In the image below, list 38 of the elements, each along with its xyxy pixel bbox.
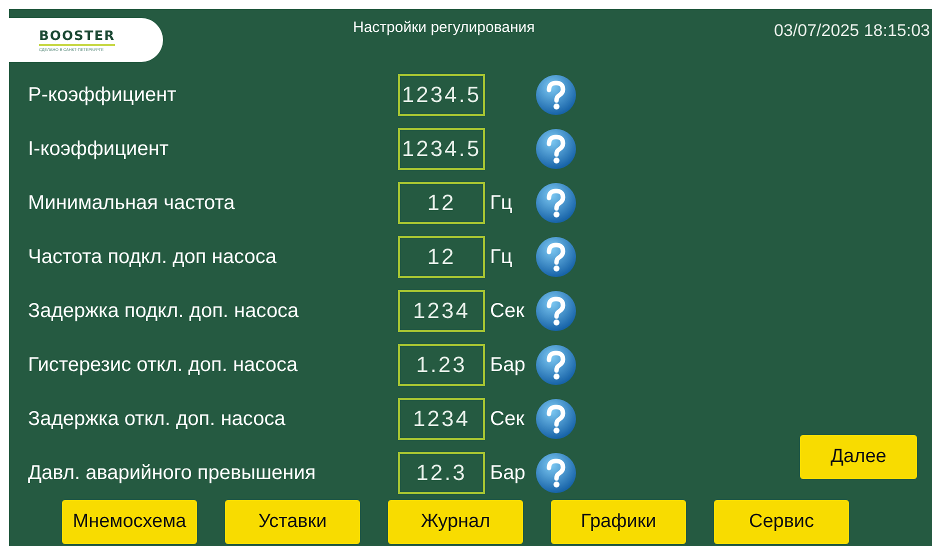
- unit-label: Бар: [490, 462, 526, 484]
- parameter-label: P-коэффициент: [27, 84, 178, 106]
- parameter-label: Задержка откл. доп. насоса: [27, 408, 286, 430]
- input-field[interactable]: 12: [398, 182, 485, 224]
- help-icon[interactable]: [535, 398, 577, 440]
- nav-button[interactable]: Графики: [551, 500, 686, 544]
- unit-label: Бар: [490, 354, 526, 376]
- help-icon[interactable]: [535, 452, 577, 494]
- unit-label: Сек: [490, 300, 524, 322]
- help-icon[interactable]: [535, 182, 577, 224]
- input-field[interactable]: 12.3: [398, 452, 485, 494]
- help-icon[interactable]: [535, 74, 577, 116]
- screen-title: Настройки регулирования: [353, 19, 535, 36]
- input-field[interactable]: 1234: [398, 398, 485, 440]
- nav-button[interactable]: Уставки: [225, 500, 360, 544]
- nav-button[interactable]: Мнемосхема: [62, 500, 197, 544]
- input-field[interactable]: 1234.5: [398, 74, 485, 116]
- unit-label: Гц: [490, 246, 512, 268]
- parameter-label: I-коэффициент: [27, 138, 170, 160]
- input-field[interactable]: 1234: [398, 290, 485, 332]
- unit-label: Сек: [490, 408, 524, 430]
- input-field[interactable]: 1.23: [398, 344, 485, 386]
- help-icon[interactable]: [535, 344, 577, 386]
- next-button[interactable]: Далее: [800, 435, 917, 479]
- help-icon[interactable]: [535, 290, 577, 332]
- unit-label: Гц: [490, 192, 512, 214]
- help-icon[interactable]: [535, 236, 577, 278]
- help-icon[interactable]: [535, 128, 577, 170]
- parameter-label: Гистерезис откл. доп. насоса: [27, 354, 299, 376]
- date-time: 03/07/2025 18:15:03: [774, 21, 930, 41]
- parameter-label: Частота подкл. доп насоса: [27, 246, 278, 268]
- input-field[interactable]: 1234.5: [398, 128, 485, 170]
- parameter-label: Давл. аварийного превышения: [27, 462, 317, 484]
- input-field[interactable]: 12: [398, 236, 485, 278]
- parameter-label: Задержка подкл. доп. насоса: [27, 300, 300, 322]
- nav-button[interactable]: Сервис: [714, 500, 849, 544]
- nav-button[interactable]: Журнал: [388, 500, 523, 544]
- parameter-label: Минимальная частота: [27, 192, 236, 214]
